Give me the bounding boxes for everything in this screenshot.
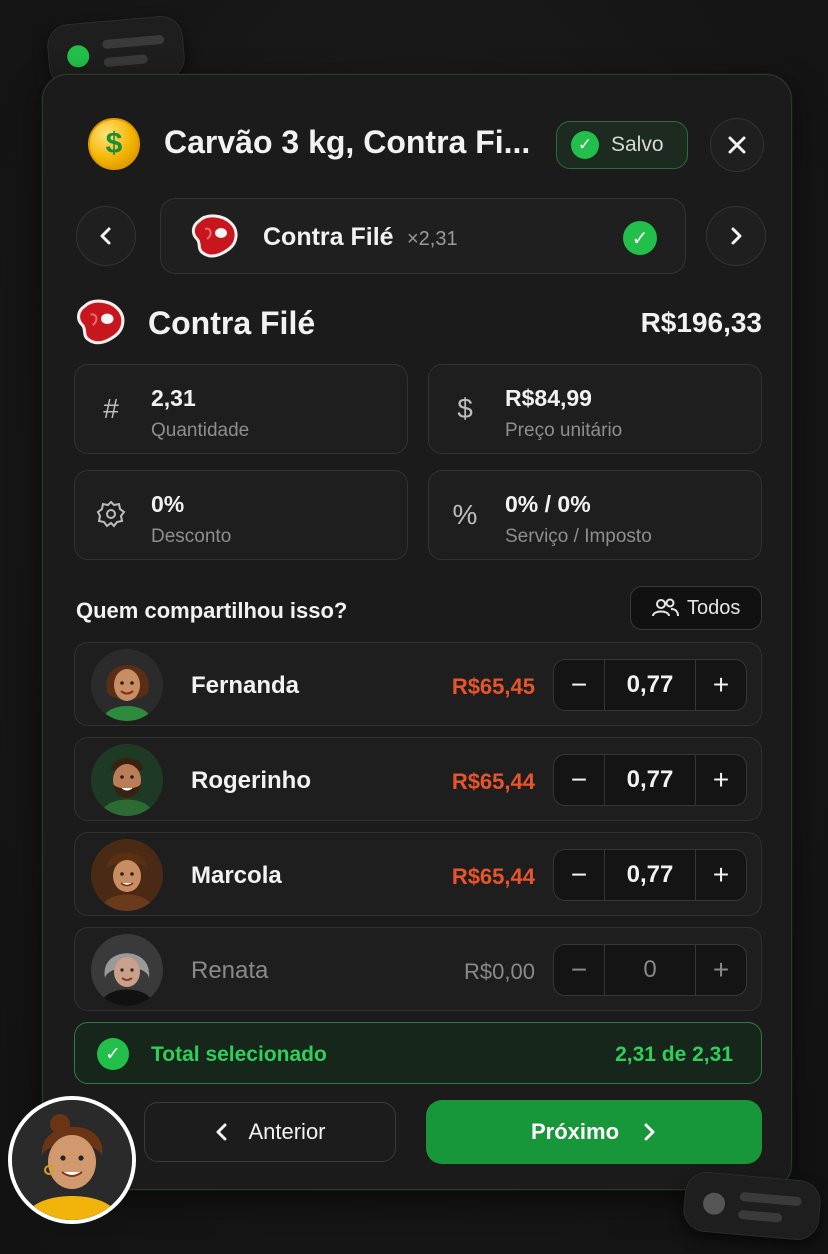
check-icon: ✓ — [571, 131, 599, 159]
item-name: Contra Filé — [148, 305, 316, 341]
placeholder-line — [101, 34, 165, 50]
share-row-fernanda[interactable]: Fernanda R$65,45 − 0,77 + — [74, 642, 762, 726]
percent-icon: % — [452, 499, 478, 530]
steak-icon — [191, 214, 238, 258]
quantity-stepper: − 0,77 + — [553, 849, 747, 901]
share-question: Quem compartilhou isso? — [76, 598, 348, 623]
decrement-button[interactable]: − — [554, 660, 604, 710]
person-amount: R$0,00 — [464, 959, 535, 984]
person-name: Marcola — [191, 862, 282, 889]
previous-button[interactable]: Anterior — [144, 1102, 396, 1162]
total-label: Total selecionado — [151, 1043, 327, 1066]
close-button[interactable] — [710, 118, 764, 172]
total-value: 2,31 de 2,31 — [615, 1043, 733, 1066]
avatar — [91, 839, 163, 911]
saved-label: Salvo — [611, 133, 664, 156]
service-tax-field[interactable]: % 0% / 0% Serviço / Imposto — [428, 470, 762, 560]
unit-price-label: Preço unitário — [505, 420, 623, 441]
unit-price-field[interactable]: $ R$84,99 Preço unitário — [428, 364, 762, 454]
discount-badge-icon — [95, 499, 127, 531]
stepper-value[interactable]: 0,77 — [604, 850, 696, 900]
check-icon: ✓ — [97, 1038, 129, 1070]
coin-icon: $ — [88, 118, 140, 170]
person-name: Rogerinho — [191, 767, 311, 794]
discount-field[interactable]: 0% Desconto — [74, 470, 408, 560]
increment-button[interactable]: + — [696, 945, 746, 995]
close-icon — [728, 136, 746, 154]
status-dot-icon — [66, 44, 91, 69]
person-name: Renata — [191, 957, 269, 984]
previous-item-button[interactable] — [76, 206, 136, 266]
next-label: Próximo — [530, 1119, 620, 1144]
quantity-field[interactable]: # 2,31 Quantidade — [74, 364, 408, 454]
steak-icon — [77, 299, 125, 345]
status-dot-icon — [702, 1191, 726, 1216]
check-icon: ✓ — [623, 221, 657, 255]
next-item-button[interactable] — [706, 206, 766, 266]
avatar — [91, 934, 163, 1006]
saved-badge: ✓ Salvo — [556, 121, 688, 169]
chevron-right-icon — [644, 1123, 655, 1141]
decrement-button[interactable]: − — [554, 755, 604, 805]
total-selected-banner: ✓ Total selecionado 2,31 de 2,31 — [74, 1022, 762, 1084]
placeholder-line — [739, 1191, 802, 1207]
person-amount: R$65,44 — [451, 864, 535, 889]
quantity-stepper: − 0 + — [553, 944, 747, 996]
dollar-icon: $ — [457, 393, 473, 424]
floating-status-pill — [681, 1170, 823, 1242]
service-tax-label: Serviço / Imposto — [505, 526, 652, 547]
selected-item-name: Contra Filé — [263, 223, 394, 251]
stepper-value[interactable]: 0 — [604, 945, 696, 995]
share-row-renata[interactable]: Renata R$0,00 − 0 + — [74, 927, 762, 1011]
item-total-price: R$196,33 — [640, 307, 762, 338]
chevron-right-icon — [731, 227, 742, 245]
avatar — [91, 649, 163, 721]
person-amount: R$65,45 — [451, 674, 535, 699]
person-name: Fernanda — [191, 672, 300, 699]
person-amount: R$65,44 — [451, 769, 535, 794]
current-user-avatar[interactable] — [8, 1096, 136, 1224]
item-selector[interactable]: Contra Filé ×2,31 ✓ — [160, 198, 686, 274]
share-row-rogerinho[interactable]: Rogerinho R$65,44 − 0,77 + — [74, 737, 762, 821]
quantity-label: Quantidade — [151, 420, 250, 441]
placeholder-line — [103, 54, 149, 68]
stepper-value[interactable]: 0,77 — [604, 660, 696, 710]
increment-button[interactable]: + — [696, 660, 746, 710]
next-button[interactable]: Próximo — [426, 1100, 762, 1164]
select-all-button[interactable]: Todos — [630, 586, 762, 630]
quantity-stepper: − 0,77 + — [553, 754, 747, 806]
unit-price-value: R$84,99 — [505, 385, 592, 411]
service-tax-value: 0% / 0% — [505, 491, 591, 517]
hash-icon: # — [103, 393, 119, 424]
quantity-stepper: − 0,77 + — [553, 659, 747, 711]
placeholder-line — [737, 1209, 783, 1223]
discount-label: Desconto — [151, 526, 232, 547]
discount-value: 0% — [151, 491, 185, 517]
share-row-marcola[interactable]: Marcola R$65,44 − 0,77 + — [74, 832, 762, 916]
previous-label: Anterior — [248, 1119, 326, 1144]
users-icon — [652, 598, 679, 617]
select-all-label: Todos — [687, 596, 741, 619]
stepper-value[interactable]: 0,77 — [604, 755, 696, 805]
chevron-left-icon — [100, 227, 111, 245]
avatar — [91, 744, 163, 816]
decrement-button[interactable]: − — [554, 850, 604, 900]
selected-item-multiplier: ×2,31 — [407, 228, 458, 250]
increment-button[interactable]: + — [696, 755, 746, 805]
decrement-button[interactable]: − — [554, 945, 604, 995]
quantity-value: 2,31 — [151, 385, 196, 411]
chevron-left-icon — [216, 1123, 227, 1141]
increment-button[interactable]: + — [696, 850, 746, 900]
receipt-title: Carvão 3 kg, Contra Fi... — [164, 124, 531, 160]
